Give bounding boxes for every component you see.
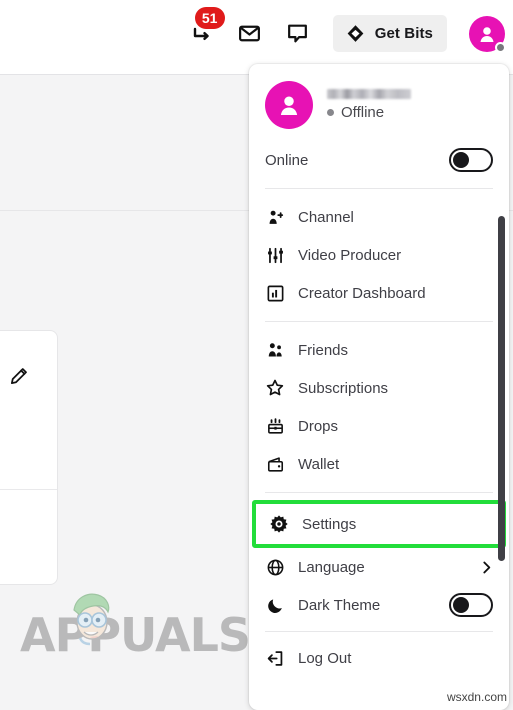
menu-item-subscriptions[interactable]: Subscriptions	[249, 369, 509, 407]
account-status-label: Offline	[341, 104, 385, 121]
screenshot-stage: APPUALS 51 Get Bits Offline Online Chann…	[0, 0, 513, 710]
account-avatar	[265, 81, 313, 129]
gear-icon	[269, 514, 289, 534]
sliders-icon	[265, 245, 285, 265]
menu-group-social: Friends Subscriptions Drops Wallet	[249, 329, 509, 485]
menu-divider	[265, 321, 493, 322]
account-username	[327, 89, 411, 99]
menu-item-label: Subscriptions	[298, 379, 389, 397]
status-badge	[495, 41, 506, 53]
dark-theme-toggle[interactable]	[449, 593, 493, 617]
inbox-button[interactable]	[237, 21, 263, 47]
toggle-knob	[453, 597, 469, 613]
menu-item-label: Dark Theme	[298, 596, 381, 614]
menu-item-drops[interactable]: Drops	[249, 407, 509, 445]
chat-bubble-icon	[288, 24, 308, 43]
user-avatar-icon	[480, 26, 494, 42]
left-side-card	[0, 330, 58, 585]
menu-item-channel[interactable]: Channel	[249, 198, 509, 236]
chevron-right-icon	[479, 560, 493, 574]
menu-item-label: Language	[298, 558, 365, 576]
status-dot-icon	[327, 109, 334, 116]
menu-item-label: Log Out	[298, 649, 352, 667]
menu-divider	[265, 188, 493, 189]
dashboard-chart-icon	[265, 283, 285, 303]
topbar-actions: 51 Get Bits	[189, 6, 506, 53]
menu-scrollbar[interactable]	[498, 216, 505, 561]
get-bits-label: Get Bits	[374, 25, 433, 42]
menu-item-dark-theme[interactable]: Dark Theme	[249, 586, 509, 624]
menu-item-video-producer[interactable]: Video Producer	[249, 236, 509, 274]
account-dropdown-menu: Offline Online Channel Video Producer Cr…	[249, 64, 509, 710]
menu-item-label: Video Producer	[298, 246, 402, 264]
user-avatar-icon	[280, 96, 298, 115]
card-divider	[0, 489, 57, 490]
menu-item-label: Wallet	[298, 455, 340, 473]
menu-group-creator: Channel Video Producer Creator Dashboard	[249, 196, 509, 314]
menu-item-wallet[interactable]: Wallet	[249, 445, 509, 483]
get-bits-button[interactable]: Get Bits	[332, 15, 447, 52]
account-header[interactable]: Offline	[249, 64, 509, 139]
wallet-icon	[265, 454, 285, 474]
globe-icon	[265, 557, 285, 577]
menu-item-label: Friends	[298, 341, 349, 359]
toggle-knob	[453, 152, 469, 168]
notifications-button[interactable]: 51	[189, 6, 225, 47]
whispers-button[interactable]	[285, 21, 311, 47]
online-toggle-label: Online	[265, 151, 309, 169]
star-icon	[265, 378, 285, 398]
drops-chest-icon	[265, 416, 285, 436]
pencil-edit-icon[interactable]	[9, 366, 29, 386]
menu-item-label: Settings	[302, 515, 357, 533]
appuals-wordmark: APPUALS	[20, 608, 251, 662]
menu-divider	[265, 492, 493, 493]
menu-item-language[interactable]: Language	[249, 548, 509, 586]
menu-item-settings[interactable]: Settings	[256, 504, 502, 544]
menu-item-friends[interactable]: Friends	[249, 331, 509, 369]
appuals-mascot-icon	[60, 582, 124, 646]
menu-item-creator-dashboard[interactable]: Creator Dashboard	[249, 274, 509, 312]
menu-item-label: Channel	[298, 208, 354, 226]
menu-item-label: Creator Dashboard	[298, 284, 426, 302]
person-channel-icon	[265, 207, 285, 227]
notifications-badge: 51	[194, 6, 225, 29]
online-toggle-row[interactable]: Online	[249, 139, 509, 181]
friends-icon	[265, 340, 285, 360]
inbox-icon	[239, 25, 261, 42]
menu-item-log-out[interactable]: Log Out	[249, 639, 509, 677]
moon-icon	[265, 595, 285, 615]
online-toggle[interactable]	[449, 148, 493, 172]
appuals-watermark: APPUALS	[20, 593, 251, 662]
logout-icon	[265, 648, 285, 668]
account-status: Offline	[327, 104, 411, 121]
bits-diamond-icon	[347, 25, 364, 42]
menu-divider	[265, 631, 493, 632]
avatar[interactable]	[469, 15, 506, 53]
settings-highlight-box: Settings	[252, 500, 506, 548]
site-watermark: wsxdn.com	[446, 690, 507, 704]
menu-item-label: Drops	[298, 417, 339, 435]
